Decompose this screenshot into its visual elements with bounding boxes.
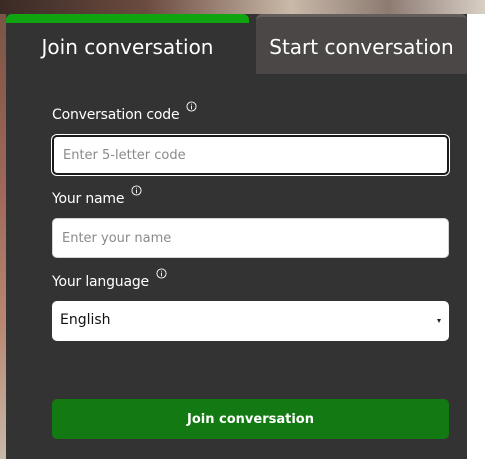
- chevron-down-icon: [437, 319, 441, 323]
- your-name-input[interactable]: [52, 218, 449, 258]
- tab-join-conversation[interactable]: Join conversation: [6, 14, 249, 74]
- background-edge-right: [467, 14, 485, 459]
- conversation-panel: Join conversation Start conversation Con…: [6, 14, 467, 459]
- tab-start-conversation[interactable]: Start conversation: [256, 14, 467, 74]
- conversation-code-label-row: Conversation code: [52, 101, 197, 123]
- join-conversation-button[interactable]: Join conversation: [52, 399, 449, 439]
- language-selected-value: English: [60, 312, 111, 328]
- background-strip: [0, 0, 485, 14]
- your-language-label-row: Your language: [52, 268, 167, 290]
- your-name-label: Your name: [52, 191, 125, 207]
- info-icon[interactable]: [156, 268, 167, 279]
- info-icon[interactable]: [186, 101, 197, 112]
- tab-join-label: Join conversation: [41, 34, 214, 59]
- conversation-code-input[interactable]: [52, 135, 449, 175]
- screen: Join conversation Start conversation Con…: [0, 0, 485, 459]
- language-select[interactable]: English: [52, 301, 449, 341]
- your-name-label-row: Your name: [52, 185, 142, 207]
- conversation-code-label: Conversation code: [52, 107, 180, 123]
- your-language-label: Your language: [52, 274, 149, 290]
- tab-start-label: Start conversation: [269, 34, 454, 59]
- info-icon[interactable]: [131, 185, 142, 196]
